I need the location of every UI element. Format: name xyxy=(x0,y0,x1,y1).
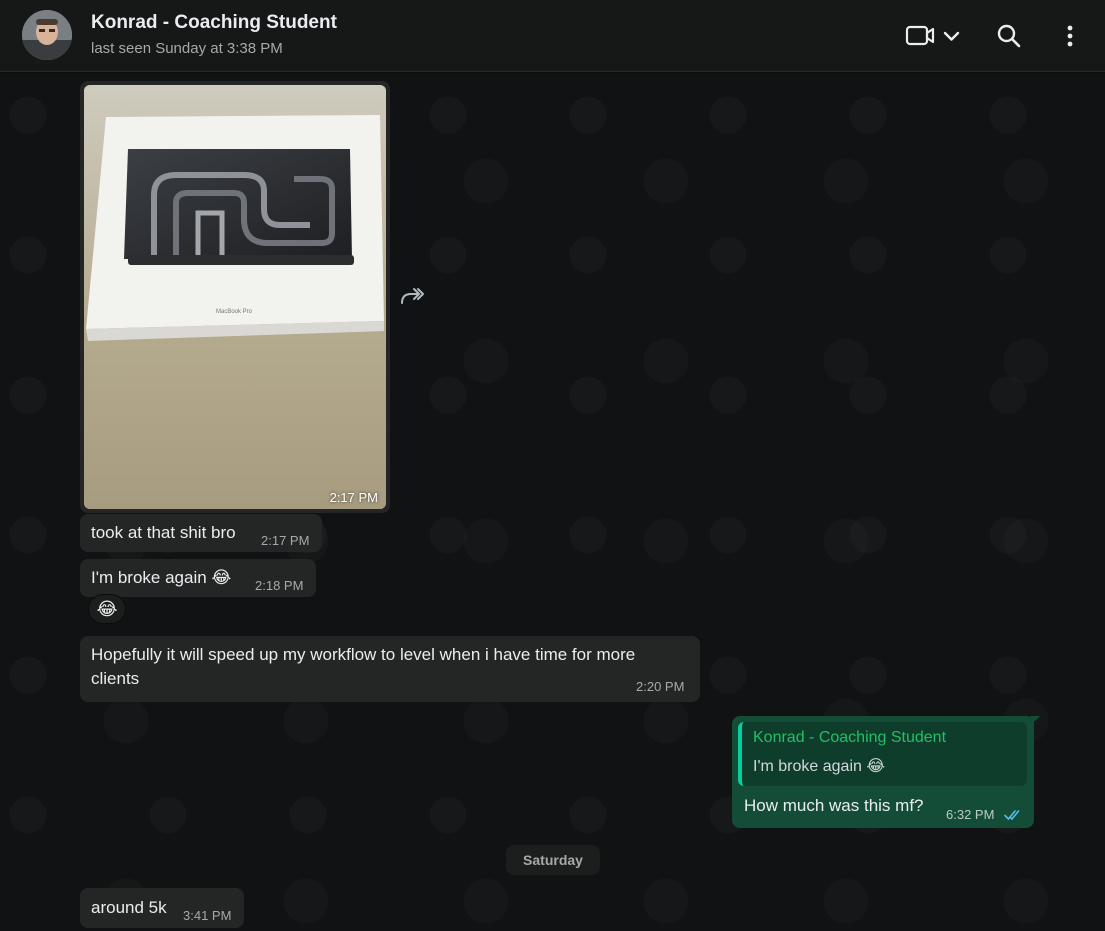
contact-name[interactable]: Konrad - Coaching Student xyxy=(91,12,337,34)
message-time: 2:20 PM xyxy=(636,679,685,694)
macbook-box-image: MacBook Pro xyxy=(84,85,386,509)
message-time: 2:18 PM xyxy=(255,578,304,593)
message-bubble[interactable]: I'm broke again 😂 2:18 PM xyxy=(80,559,316,597)
message-text: around 5k xyxy=(91,898,167,917)
message-text: How much was this mf? xyxy=(744,796,924,815)
quoted-sender: Konrad - Coaching Student xyxy=(753,729,947,746)
message-time: 3:41 PM xyxy=(183,908,232,923)
contact-status: last seen Sunday at 3:38 PM xyxy=(91,40,283,57)
bubble-tail xyxy=(1030,716,1040,726)
avatar[interactable] xyxy=(22,10,72,60)
message-text: took at that shit bro xyxy=(91,523,236,542)
quoted-message[interactable]: Konrad - Coaching Student I'm broke agai… xyxy=(738,722,1027,786)
menu-button[interactable] xyxy=(1052,18,1088,54)
date-divider: Saturday xyxy=(506,845,600,875)
video-call-button[interactable] xyxy=(900,18,966,54)
image-message[interactable]: MacBook Pro 2:17 PM xyxy=(80,81,390,513)
box-caption: MacBook Pro xyxy=(216,309,253,315)
video-call-icon xyxy=(905,25,960,46)
message-time: 6:32 PM xyxy=(946,807,995,822)
kebab-menu-icon xyxy=(1067,25,1073,47)
outgoing-message-bubble[interactable]: Konrad - Coaching Student I'm broke agai… xyxy=(732,716,1034,828)
double-check-icon xyxy=(1004,810,1020,820)
message-time: 2:17 PM xyxy=(329,490,378,505)
message-text-line-1: Hopefully it will speed up my workflow t… xyxy=(91,645,636,664)
search-icon xyxy=(997,24,1021,48)
avatar-photo xyxy=(22,10,72,60)
message-text-line-2: clients xyxy=(91,669,140,688)
forward-button[interactable] xyxy=(398,283,426,309)
message-reaction[interactable]: 😂 xyxy=(88,594,126,624)
chat-header: Konrad - Coaching Student last seen Sund… xyxy=(0,0,1105,72)
message-text: I'm broke again 😂 xyxy=(91,568,232,587)
message-photo[interactable]: MacBook Pro xyxy=(84,85,386,509)
message-bubble[interactable]: Hopefully it will speed up my workflow t… xyxy=(80,636,700,702)
message-time: 2:17 PM xyxy=(261,533,310,548)
quoted-text: I'm broke again 😂 xyxy=(753,758,886,775)
search-button[interactable] xyxy=(990,18,1028,54)
chat-area[interactable]: MacBook Pro 2:17 PM took at that shit br… xyxy=(0,73,1105,931)
message-bubble[interactable]: took at that shit bro 2:17 PM xyxy=(80,514,322,552)
message-bubble[interactable]: around 5k 3:41 PM xyxy=(80,888,244,928)
forward-icon xyxy=(401,288,424,304)
